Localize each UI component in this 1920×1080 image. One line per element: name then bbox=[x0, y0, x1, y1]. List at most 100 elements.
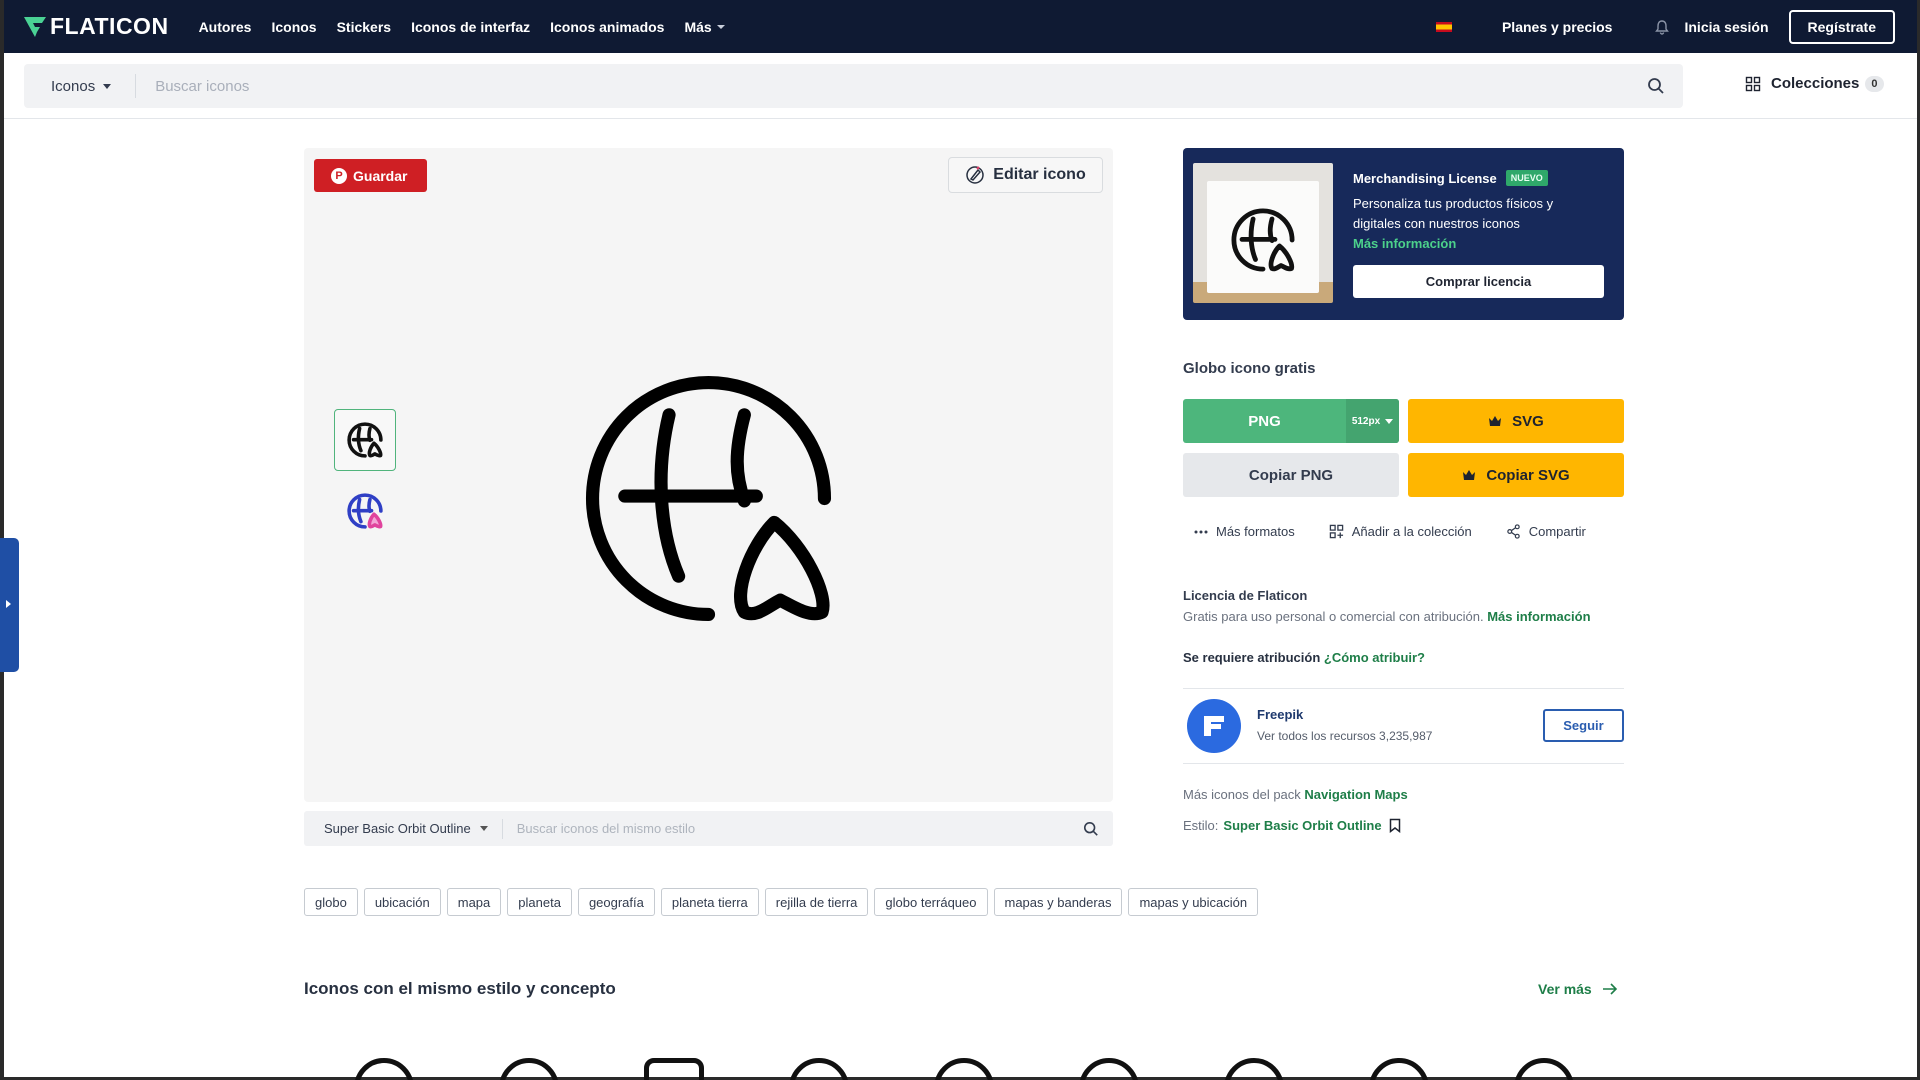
share-icon bbox=[1506, 524, 1520, 539]
tag-item[interactable]: globo bbox=[304, 888, 358, 916]
tag-item[interactable]: geografía bbox=[577, 888, 655, 916]
related-icon[interactable] bbox=[1224, 1058, 1284, 1080]
nav-link-iconos[interactable]: Iconos bbox=[271, 19, 316, 35]
top-navbar: FLATICON Autores Iconos Stickers Iconos … bbox=[4, 0, 1917, 53]
flaticon-logo-icon bbox=[24, 16, 46, 37]
png-size-label: 512px bbox=[1351, 415, 1381, 427]
search-bar: Iconos bbox=[24, 64, 1683, 108]
chevron-down-icon bbox=[479, 826, 488, 831]
author-avatar[interactable] bbox=[1187, 699, 1241, 753]
style-link[interactable]: Super Basic Orbit Outline bbox=[1223, 818, 1381, 833]
crown-icon bbox=[1489, 416, 1502, 426]
related-icon[interactable] bbox=[789, 1058, 849, 1080]
see-more-link[interactable]: Ver más bbox=[1538, 981, 1618, 997]
thumbnail-color[interactable] bbox=[334, 480, 396, 542]
tag-item[interactable]: mapa bbox=[446, 888, 502, 916]
thumbnail-outline[interactable] bbox=[334, 409, 396, 471]
style-dropdown[interactable]: Super Basic Orbit Outline bbox=[304, 818, 503, 839]
search-icon[interactable] bbox=[1083, 821, 1099, 837]
divider bbox=[1183, 763, 1624, 764]
copy-svg-button[interactable]: Copiar SVG bbox=[1408, 453, 1624, 497]
nav-link-iconos-animados[interactable]: Iconos animados bbox=[550, 19, 664, 35]
icon-preview-panel: P Guardar Editar icono bbox=[304, 148, 1113, 802]
related-icon[interactable] bbox=[499, 1058, 559, 1080]
pencil-icon bbox=[966, 166, 985, 184]
register-button[interactable]: Regístrate bbox=[1788, 9, 1895, 44]
crown-icon bbox=[1463, 470, 1476, 480]
globe-location-icon bbox=[1231, 208, 1295, 272]
spain-flag-icon[interactable] bbox=[1435, 21, 1452, 32]
new-badge: NUEVO bbox=[1505, 170, 1548, 186]
related-icon[interactable] bbox=[354, 1058, 414, 1080]
add-collection-icon bbox=[1329, 524, 1343, 539]
pack-line: Más iconos del pack Navigation Maps bbox=[1183, 787, 1408, 802]
png-button[interactable]: PNG bbox=[1183, 399, 1346, 443]
search-type-label: Iconos bbox=[51, 77, 96, 95]
how-to-attribute-link[interactable]: ¿Cómo atribuir? bbox=[1324, 650, 1425, 665]
edit-icon-button[interactable]: Editar icono bbox=[948, 157, 1103, 193]
nav-link-mas[interactable]: Más bbox=[684, 19, 725, 35]
plans-link[interactable]: Planes y precios bbox=[1502, 19, 1613, 35]
add-to-collection-button[interactable]: Añadir a la colección bbox=[1329, 524, 1472, 539]
related-icon[interactable] bbox=[934, 1058, 994, 1080]
related-icon[interactable] bbox=[1369, 1058, 1429, 1080]
search-type-dropdown[interactable]: Iconos bbox=[24, 74, 137, 98]
copy-svg-label: Copiar SVG bbox=[1486, 466, 1570, 484]
tag-item[interactable]: planeta tierra bbox=[660, 888, 759, 916]
bell-icon[interactable] bbox=[1654, 19, 1670, 35]
svg-label: SVG bbox=[1512, 412, 1544, 430]
collections-button[interactable]: Colecciones 0 bbox=[1745, 75, 1884, 92]
license-more-info-link[interactable]: Más información bbox=[1487, 609, 1590, 624]
related-icon[interactable] bbox=[1514, 1058, 1574, 1080]
grid-icon bbox=[1745, 76, 1761, 91]
nav-link-iconos-interfaz[interactable]: Iconos de interfaz bbox=[411, 19, 530, 35]
attribution-label: Se requiere atribución bbox=[1183, 650, 1321, 665]
tag-item[interactable]: mapas y banderas bbox=[993, 888, 1123, 916]
chevron-down-icon bbox=[1385, 418, 1394, 424]
tag-item[interactable]: ubicación bbox=[363, 888, 441, 916]
more-formats-button[interactable]: Más formatos bbox=[1194, 524, 1295, 539]
license-text: Gratis para uso personal o comercial con… bbox=[1183, 609, 1591, 624]
author-resources-link[interactable]: Ver todos los recursos 3,235,987 bbox=[1257, 729, 1432, 743]
nav-right: Planes y precios Inicia sesión Regístrat… bbox=[1435, 9, 1917, 44]
tag-item[interactable]: mapas y ubicación bbox=[1128, 888, 1259, 916]
side-panel-toggle[interactable] bbox=[0, 538, 19, 672]
png-size-dropdown[interactable]: 512px bbox=[1346, 399, 1399, 443]
merch-more-info-link[interactable]: Más información bbox=[1353, 236, 1456, 251]
chevron-down-icon bbox=[103, 83, 112, 89]
share-button[interactable]: Compartir bbox=[1506, 524, 1586, 539]
png-download-button: PNG 512px bbox=[1183, 399, 1399, 443]
related-icon[interactable] bbox=[1079, 1058, 1139, 1080]
copy-png-button[interactable]: Copiar PNG bbox=[1183, 453, 1399, 497]
icon-actions: Más formatos Añadir a la colección Compa… bbox=[1194, 524, 1620, 539]
style-line: Estilo: Super Basic Orbit Outline bbox=[1183, 818, 1401, 833]
bookmark-icon[interactable] bbox=[1389, 818, 1401, 833]
tag-item[interactable]: planeta bbox=[507, 888, 572, 916]
flaticon-logo[interactable]: FLATICON bbox=[24, 13, 169, 40]
search-icon[interactable] bbox=[1647, 77, 1665, 95]
style-search-bar: Super Basic Orbit Outline bbox=[304, 811, 1113, 846]
login-link[interactable]: Inicia sesión bbox=[1684, 19, 1768, 35]
globe-location-icon bbox=[347, 422, 383, 458]
pack-link[interactable]: Navigation Maps bbox=[1304, 787, 1407, 802]
tag-item[interactable]: globo terráqueo bbox=[874, 888, 988, 916]
tote-bag-image bbox=[1193, 163, 1333, 303]
tote-bag bbox=[1207, 181, 1319, 293]
author-name[interactable]: Freepik bbox=[1257, 707, 1303, 722]
tag-item[interactable]: rejilla de tierra bbox=[764, 888, 869, 916]
style-search-input[interactable] bbox=[502, 821, 1083, 836]
nav-link-autores[interactable]: Autores bbox=[199, 19, 252, 35]
follow-button[interactable]: Seguir bbox=[1543, 709, 1624, 742]
divider bbox=[1183, 688, 1624, 689]
add-collection-label: Añadir a la colección bbox=[1351, 524, 1472, 539]
related-icon[interactable] bbox=[644, 1058, 704, 1080]
collections-count-badge: 0 bbox=[1865, 75, 1884, 92]
nav-link-stickers[interactable]: Stickers bbox=[337, 19, 391, 35]
main-nav: Autores Iconos Stickers Iconos de interf… bbox=[199, 19, 745, 35]
buy-license-button[interactable]: Comprar licencia bbox=[1353, 265, 1604, 298]
globe-location-main-icon bbox=[586, 376, 832, 622]
pinterest-save-button[interactable]: P Guardar bbox=[314, 159, 428, 192]
svg-download-button[interactable]: SVG bbox=[1408, 399, 1624, 443]
search-input[interactable] bbox=[136, 77, 1647, 95]
collections-label: Colecciones bbox=[1771, 75, 1860, 92]
